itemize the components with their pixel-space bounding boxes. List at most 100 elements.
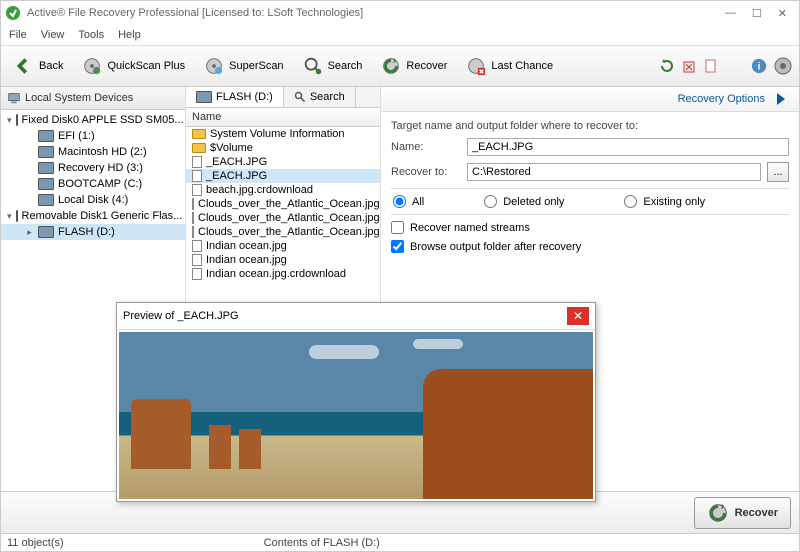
preview-titlebar[interactable]: Preview of _EACH.JPG ✕ (117, 303, 595, 330)
chk-browse-after[interactable]: Browse output folder after recovery (391, 240, 789, 253)
file-icon (192, 268, 202, 280)
name-input[interactable] (467, 138, 789, 156)
file-name: Indian ocean.jpg (206, 240, 287, 252)
recover-big-button[interactable]: Recover (694, 497, 791, 529)
file-row[interactable]: Clouds_over_the_Atlantic_Ocean.jpg (186, 211, 380, 225)
recover-icon (380, 55, 402, 77)
file-list-header[interactable]: Name (186, 108, 380, 127)
volume-icon (38, 146, 54, 158)
preview-close-button[interactable]: ✕ (567, 307, 589, 325)
file-name: Clouds_over_the_Atlantic_Ocean.jpg (198, 212, 380, 224)
file-name: _EACH.JPG (206, 170, 267, 182)
folder-icon (192, 129, 206, 139)
file-icon (192, 198, 194, 210)
lastchance-button[interactable]: Last Chance (459, 53, 559, 79)
chk-named-streams[interactable]: Recover named streams (391, 221, 789, 234)
refresh-icon[interactable] (659, 58, 675, 74)
status-object-count: 11 object(s) (7, 537, 64, 549)
file-row[interactable]: $Volume (186, 141, 380, 155)
expand-icon[interactable]: ▸ (25, 227, 34, 238)
expand-icon[interactable]: ▾ (7, 211, 12, 222)
help-icon[interactable]: i (751, 58, 767, 74)
browse-button[interactable]: ... (767, 162, 789, 182)
search-tab-icon (294, 91, 306, 103)
folder-icon (192, 143, 206, 153)
file-row[interactable]: Clouds_over_the_Atlantic_Ocean.jpg (186, 197, 380, 211)
file-row[interactable]: Indian ocean.jpg (186, 239, 380, 253)
file-row[interactable]: Indian ocean.jpg (186, 253, 380, 267)
volume-icon (38, 178, 54, 190)
file-row[interactable]: _EACH.JPG (186, 155, 380, 169)
tree-item-label: BOOTCAMP (C:) (58, 178, 142, 190)
tree-item-label: Fixed Disk0 APPLE SSD SM05... (22, 114, 184, 126)
tree-item[interactable]: ▸FLASH (D:) (1, 224, 185, 240)
tree-item-label: Recovery HD (3:) (58, 162, 143, 174)
tab-flash[interactable]: FLASH (D:) (186, 87, 284, 107)
delete-small-icon[interactable] (681, 58, 697, 74)
back-button[interactable]: Back (7, 53, 69, 79)
arrow-right-icon[interactable] (773, 91, 789, 107)
file-name: Indian ocean.jpg.crdownload (206, 268, 346, 280)
tree-item[interactable]: BOOTCAMP (C:) (1, 176, 185, 192)
volume-icon (38, 162, 54, 174)
disk-icon (16, 210, 18, 222)
file-name: System Volume Information (210, 128, 345, 140)
file-row[interactable]: Clouds_over_the_Atlantic_Ocean.jpg.crdo (186, 225, 380, 239)
tree-item[interactable]: EFI (1:) (1, 128, 185, 144)
menu-view[interactable]: View (41, 29, 65, 41)
recovery-options-header: Recovery Options (381, 87, 799, 112)
tree-item[interactable]: Recovery HD (3:) (1, 160, 185, 176)
search-button[interactable]: Search (296, 53, 369, 79)
title-bar: Active® File Recovery Professional [Lice… (1, 1, 799, 25)
computer-icon (7, 91, 21, 105)
volume-icon (38, 226, 54, 238)
tree-item[interactable]: ▾ Fixed Disk0 APPLE SSD SM05... (1, 112, 185, 128)
search-icon (302, 55, 324, 77)
close-button[interactable]: ✕ (778, 7, 787, 20)
volume-icon (38, 194, 54, 206)
file-row[interactable]: System Volume Information (186, 127, 380, 141)
svg-text:i: i (758, 62, 761, 73)
preview-image (119, 332, 593, 499)
radio-deleted[interactable]: Deleted only (484, 195, 564, 208)
tree-item[interactable]: Local Disk (4:) (1, 192, 185, 208)
file-icon (192, 156, 202, 168)
menu-help[interactable]: Help (118, 29, 141, 41)
tree-item[interactable]: ▾ Removable Disk1 Generic Flas... (1, 208, 185, 224)
disk-icon (16, 114, 18, 126)
drive-superscan-icon (203, 55, 225, 77)
recover-button[interactable]: Recover (374, 53, 453, 79)
tree-item-label: Removable Disk1 Generic Flas... (22, 210, 183, 222)
settings-gear-icon[interactable] (773, 56, 793, 76)
document-small-icon[interactable] (703, 58, 719, 74)
drive-scan-icon (81, 55, 103, 77)
tree-item-label: Macintosh HD (2:) (58, 146, 147, 158)
file-row[interactable]: beach.jpg.crdownload (186, 183, 380, 197)
menu-tools[interactable]: Tools (78, 29, 104, 41)
file-icon (192, 170, 202, 182)
file-icon (192, 240, 202, 252)
tab-search[interactable]: Search (284, 87, 356, 107)
radio-existing[interactable]: Existing only (624, 195, 705, 208)
target-label: Target name and output folder where to r… (391, 120, 789, 132)
tree-item[interactable]: Macintosh HD (2:) (1, 144, 185, 160)
status-contents: Contents of FLASH (D:) (264, 537, 380, 549)
file-icon (192, 212, 194, 224)
expand-icon[interactable]: ▾ (7, 115, 12, 126)
file-row[interactable]: _EACH.JPG (186, 169, 380, 183)
superscan-button[interactable]: SuperScan (197, 53, 289, 79)
file-name: Indian ocean.jpg (206, 254, 287, 266)
file-row[interactable]: Indian ocean.jpg.crdownload (186, 267, 380, 281)
menu-file[interactable]: File (9, 29, 27, 41)
maximize-button[interactable]: ☐ (752, 7, 762, 20)
preview-window[interactable]: Preview of _EACH.JPG ✕ (116, 302, 596, 502)
minimize-button[interactable]: — (725, 7, 736, 20)
quickscan-button[interactable]: QuickScan Plus (75, 53, 191, 79)
volume-icon (38, 130, 54, 142)
preview-title-text: Preview of _EACH.JPG (123, 310, 239, 322)
radio-all[interactable]: All (393, 195, 424, 208)
file-icon (192, 226, 194, 238)
recover-to-label: Recover to: (391, 166, 461, 178)
volume-icon (196, 91, 212, 103)
recover-to-input[interactable] (467, 163, 761, 181)
